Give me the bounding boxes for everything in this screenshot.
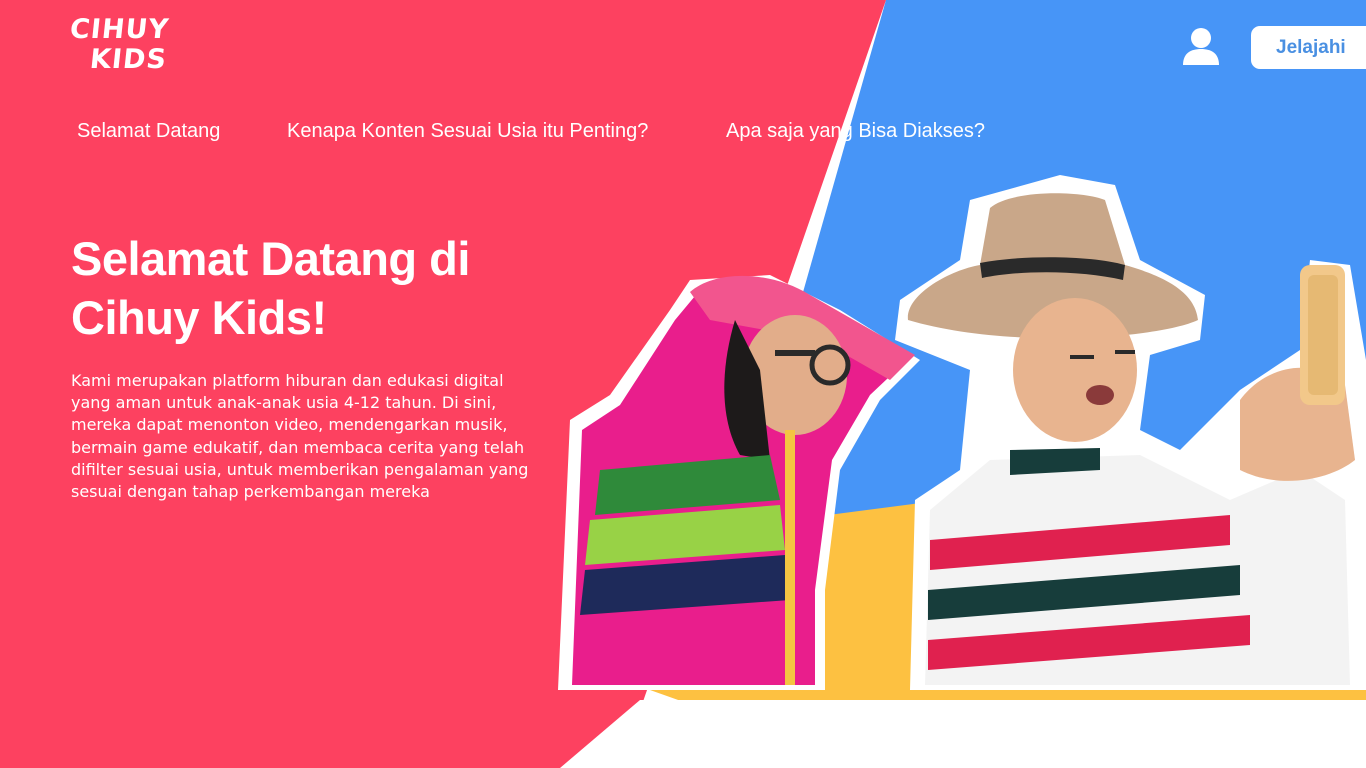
user-icon-graphic xyxy=(1183,28,1219,65)
hero-title: Selamat Datang di Cihuy Kids! xyxy=(71,229,571,347)
girl-figure xyxy=(558,275,920,690)
logo-line-2: KIDS xyxy=(88,44,169,75)
user-icon[interactable] xyxy=(1182,27,1220,67)
kids-photo xyxy=(558,175,1366,690)
nav-item-apa-saja[interactable]: Apa saja yang Bisa Diakses? xyxy=(726,120,985,143)
boy-figure xyxy=(895,175,1366,690)
nav-item-kenapa-konten[interactable]: Kenapa Konten Sesuai Usia itu Penting? xyxy=(287,120,648,143)
hero-title-line-2: Cihuy Kids! xyxy=(71,291,327,344)
jelajahi-button[interactable]: Jelajahi xyxy=(1251,26,1366,69)
nav-item-selamat-datang[interactable]: Selamat Datang xyxy=(77,120,220,143)
hero-description: Kami merupakan platform hiburan dan eduk… xyxy=(71,371,529,502)
hero-title-line-1: Selamat Datang di xyxy=(71,232,470,285)
cihuy-kids-logo[interactable]: CIHUY KIDS xyxy=(68,14,180,78)
background-white-shape xyxy=(560,700,1366,768)
logo-line-1: CIHUY xyxy=(68,14,171,45)
